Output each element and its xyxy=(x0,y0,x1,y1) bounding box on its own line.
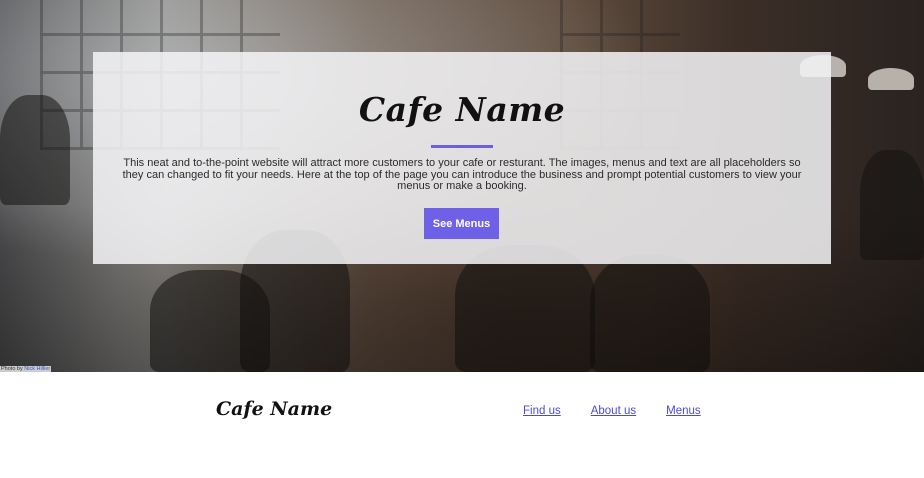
nav-link-menus[interactable]: Menus xyxy=(666,405,701,417)
site-footer: Cafe Name Find us About us Menus xyxy=(0,372,924,478)
hero-title: Cafe Name xyxy=(358,90,566,129)
hero-section: Cafe Name This neat and to-the-point web… xyxy=(0,0,924,372)
see-menus-button[interactable]: See Menus xyxy=(424,208,499,239)
footer-nav: Find us About us Menus xyxy=(523,405,701,417)
footer-logo[interactable]: Cafe Name xyxy=(216,398,332,420)
hero-panel: Cafe Name This neat and to-the-point web… xyxy=(93,52,831,264)
nav-link-find-us[interactable]: Find us xyxy=(523,405,561,417)
hero-description: This neat and to-the-point website will … xyxy=(122,157,802,192)
title-underline xyxy=(431,145,493,148)
nav-link-about-us[interactable]: About us xyxy=(591,405,636,417)
